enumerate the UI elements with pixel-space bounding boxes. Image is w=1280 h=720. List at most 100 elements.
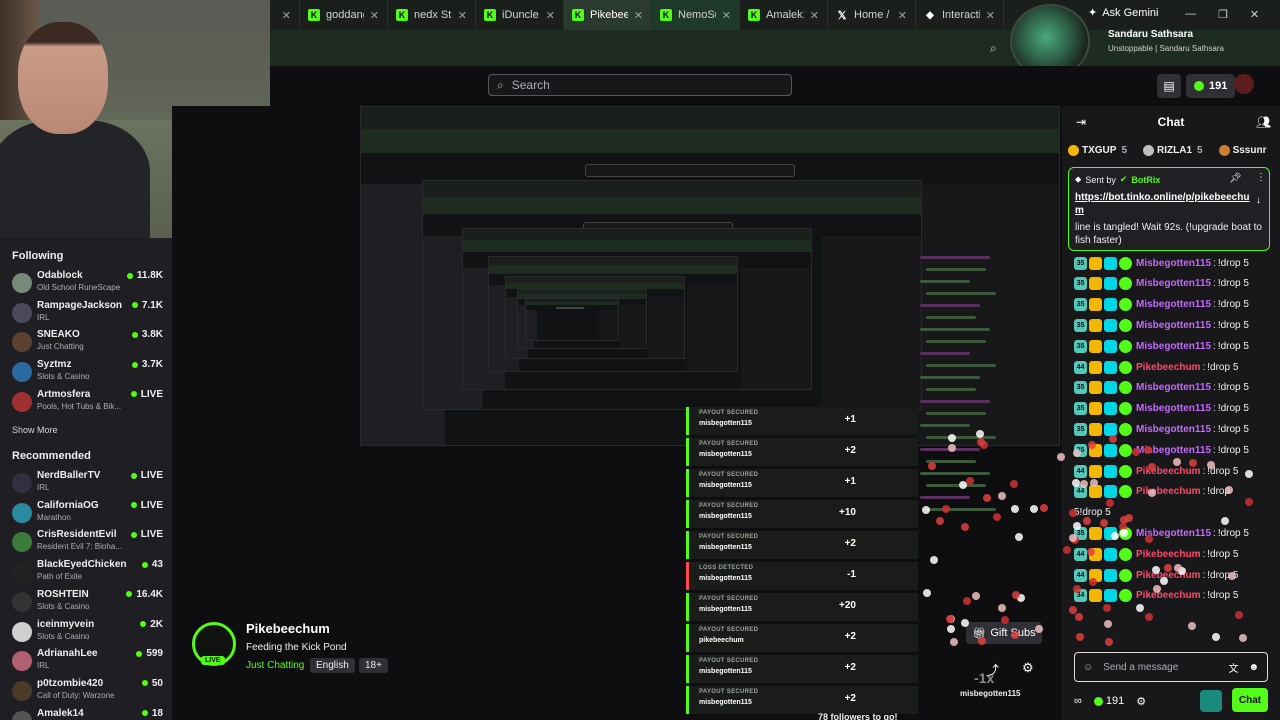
browser-tab[interactable]: 𝕏Home / X✕ [828,0,916,30]
close-icon[interactable]: ✕ [898,9,907,22]
close-icon[interactable]: ✕ [722,9,731,22]
sidebar-channel[interactable]: Odablock Old School RuneScape 11.8K [12,270,167,296]
chat-username[interactable]: Pikebeechum [1136,486,1200,497]
tag-age[interactable]: 18+ [359,658,388,673]
chat-username[interactable]: Misbegotten115 [1136,341,1211,352]
tier-badge-icon [1104,402,1117,416]
sidebar-channel[interactable]: AdrianahLee IRL 599 [12,648,167,674]
sidebar-channel[interactable]: SNEAKO Just Chatting 3.8K [12,329,167,355]
chat-message[interactable]: 35Misbegotten115:!drop 5 [1074,337,1249,355]
show-more-link[interactable]: Show More [12,425,58,435]
sidebar-channel[interactable]: Artmosfera Pools, Hot Tubs & Bik... LIVE [12,389,167,415]
emote-icon[interactable]: ☺ [1083,662,1093,673]
chat-message[interactable]: 44 Pikebeechum: !drop 5 [1074,358,1238,376]
browser-tab[interactable]: Kgoddang✕ [300,0,388,30]
sidebar-channel[interactable]: Syztmz Slots & Casino 3.7K [12,359,167,385]
sidebar-channel[interactable]: CaliforniaOG Marathon LIVE [12,500,167,526]
close-icon[interactable]: ✕ [986,9,995,22]
pinned-link[interactable]: https://bot.tinko.online/p/pikebeechum [1075,191,1255,217]
close-icon[interactable]: ✕ [458,9,467,22]
chat-username[interactable]: Misbegotten115 [1136,278,1211,289]
chat-username[interactable]: Misbegotten115 [1136,424,1211,435]
translate-icon[interactable]: 文 [1228,660,1238,675]
studio-button[interactable]: ▤ [1157,74,1181,98]
tag-language[interactable]: English [310,658,355,673]
chat-message[interactable]: 35Misbegotten115:!drop 5 [1074,400,1249,418]
chat-message[interactable]: 44 Pikebeechum: !drop 5 [1074,545,1238,563]
sidebar-channel[interactable]: CrisResidentEvil Resident Evil 7: Bioha..… [12,529,167,555]
browser-tab[interactable]: KNemoSu✕ [652,0,740,30]
chat-message[interactable]: 35Misbegotten115:!drop 5 [1074,420,1249,438]
chat-input[interactable]: ☺ Send a message 文 ☻ [1074,652,1268,682]
chat-points[interactable]: 191 [1093,695,1124,707]
sub-badge-icon: 35 [1074,298,1087,312]
browser-tab[interactable]: Knedx Stre✕ [388,0,476,30]
nested-chat-line [920,256,990,259]
chat-username[interactable]: Misbegotten115 [1136,320,1211,331]
emoji-icon[interactable]: ☻ [1248,662,1259,673]
chat-username[interactable]: Pikebeechum [1136,466,1200,477]
chat-username[interactable]: Pikebeechum [1136,362,1200,373]
points-button[interactable]: 191 [1186,74,1236,98]
chat-colon: : [1202,590,1206,602]
more-options-icon[interactable]: ⋮ [1256,172,1266,183]
chat-message[interactable]: 35Misbegotten115:!drop 5 [1074,275,1249,293]
chat-users-icon[interactable]: 👥︎ [1256,115,1271,129]
sidebar: Following Odablock Old School RuneScape 11… [0,238,172,720]
close-icon[interactable]: ✕ [546,9,555,22]
sidebar-channel[interactable]: iceinmyvein Slots & Casino 2K [12,619,167,645]
streamer-name[interactable]: Pikebeechum [246,621,330,636]
payout-user: misbegotten115 [699,575,752,582]
browser-tab-active[interactable]: KPikebeech✕ [564,0,652,30]
settings-sliders-icon[interactable]: ⚙ [1022,660,1034,676]
infinity-icon[interactable]: ∞ [1074,695,1082,707]
top-gifter[interactable]: Sssunr [1218,144,1272,156]
live-dot-icon [141,710,148,717]
chat-send-button[interactable]: Chat [1232,688,1268,712]
nested-screen-frame [525,298,619,341]
sidebar-channel[interactable]: NerdBallerTV IRL LIVE [12,470,167,496]
minimize-icon[interactable]: — [1185,8,1196,21]
close-icon[interactable]: ✕ [282,9,291,22]
top-gifter[interactable]: TXGUP 5 [1068,144,1127,156]
expand-pinned-icon[interactable]: ↓ [1256,195,1261,206]
chat-username[interactable]: Pikebeechum [1136,549,1200,560]
browser-tab[interactable]: KiDuncle S✕ [476,0,564,30]
chat-username[interactable]: Misbegotten115 [1136,382,1211,393]
chat-message[interactable]: 35Misbegotten115:!drop 5 [1074,296,1249,314]
sidebar-channel[interactable]: BlackEyedChicken Path of Exile 43 [12,559,167,585]
close-icon[interactable]: ✕ [810,9,819,22]
close-icon[interactable]: ✕ [370,9,379,22]
sidebar-channel[interactable]: RampageJackson IRL 7.1K [12,300,167,326]
sidebar-channel[interactable]: Amalek14 18 [12,708,167,720]
browser-tab[interactable]: ◆ Interacti ✕ [916,0,1004,30]
close-window-icon[interactable]: ✕ [1250,8,1259,21]
chat-message[interactable]: 35Misbegotten115:!drop 5 [1074,379,1249,397]
chat-message[interactable]: 35Misbegotten115:!drop 5 [1074,441,1249,459]
chat-message[interactable]: 35Misbegotten115:!drop 5 [1074,524,1249,542]
chat-username[interactable]: Pikebeechum [1136,590,1200,601]
sidebar-channel[interactable]: p0tzombie420 Call of Duty: Warzone 50 [12,678,167,704]
search-input[interactable]: ⌕ Search [488,74,792,96]
stream-category[interactable]: Just Chatting [246,660,304,671]
sidebar-channel[interactable]: ROSHTEIN Slots & Casino 16.4K [12,589,167,615]
top-gifter[interactable]: RIZLA1 5 [1143,144,1203,156]
pin-icon[interactable]: 📌︎ [1229,173,1242,184]
browser-tab[interactable]: KAmalek1✕ [740,0,828,30]
chat-username[interactable]: Misbegotten115 [1136,299,1211,310]
ask-gemini-button[interactable]: ✦ Ask Gemini [1088,6,1158,20]
user-avatar[interactable] [1234,74,1254,94]
chat-message[interactable]: 35Misbegotten115:!drop 5 [1074,254,1249,272]
settings-icon[interactable]: ⚙ [1136,695,1146,708]
search-icon[interactable]: ⌕ [990,41,997,56]
browser-tab[interactable]: ✕ [270,0,300,30]
channel-viewers: 3.7K [131,359,163,370]
chat-message[interactable]: 35Misbegotten115:!drop 5 [1074,316,1249,334]
rewards-icon[interactable] [1200,690,1222,712]
maximize-icon[interactable]: ❐ [1218,8,1228,21]
confetti-particle [1244,469,1253,478]
chat-username[interactable]: Misbegotten115 [1136,403,1211,414]
close-icon[interactable]: ✕ [634,9,643,22]
chat-username[interactable]: Misbegotten115 [1136,258,1211,269]
profile-name: Sandaru Sathsara [1108,29,1194,40]
